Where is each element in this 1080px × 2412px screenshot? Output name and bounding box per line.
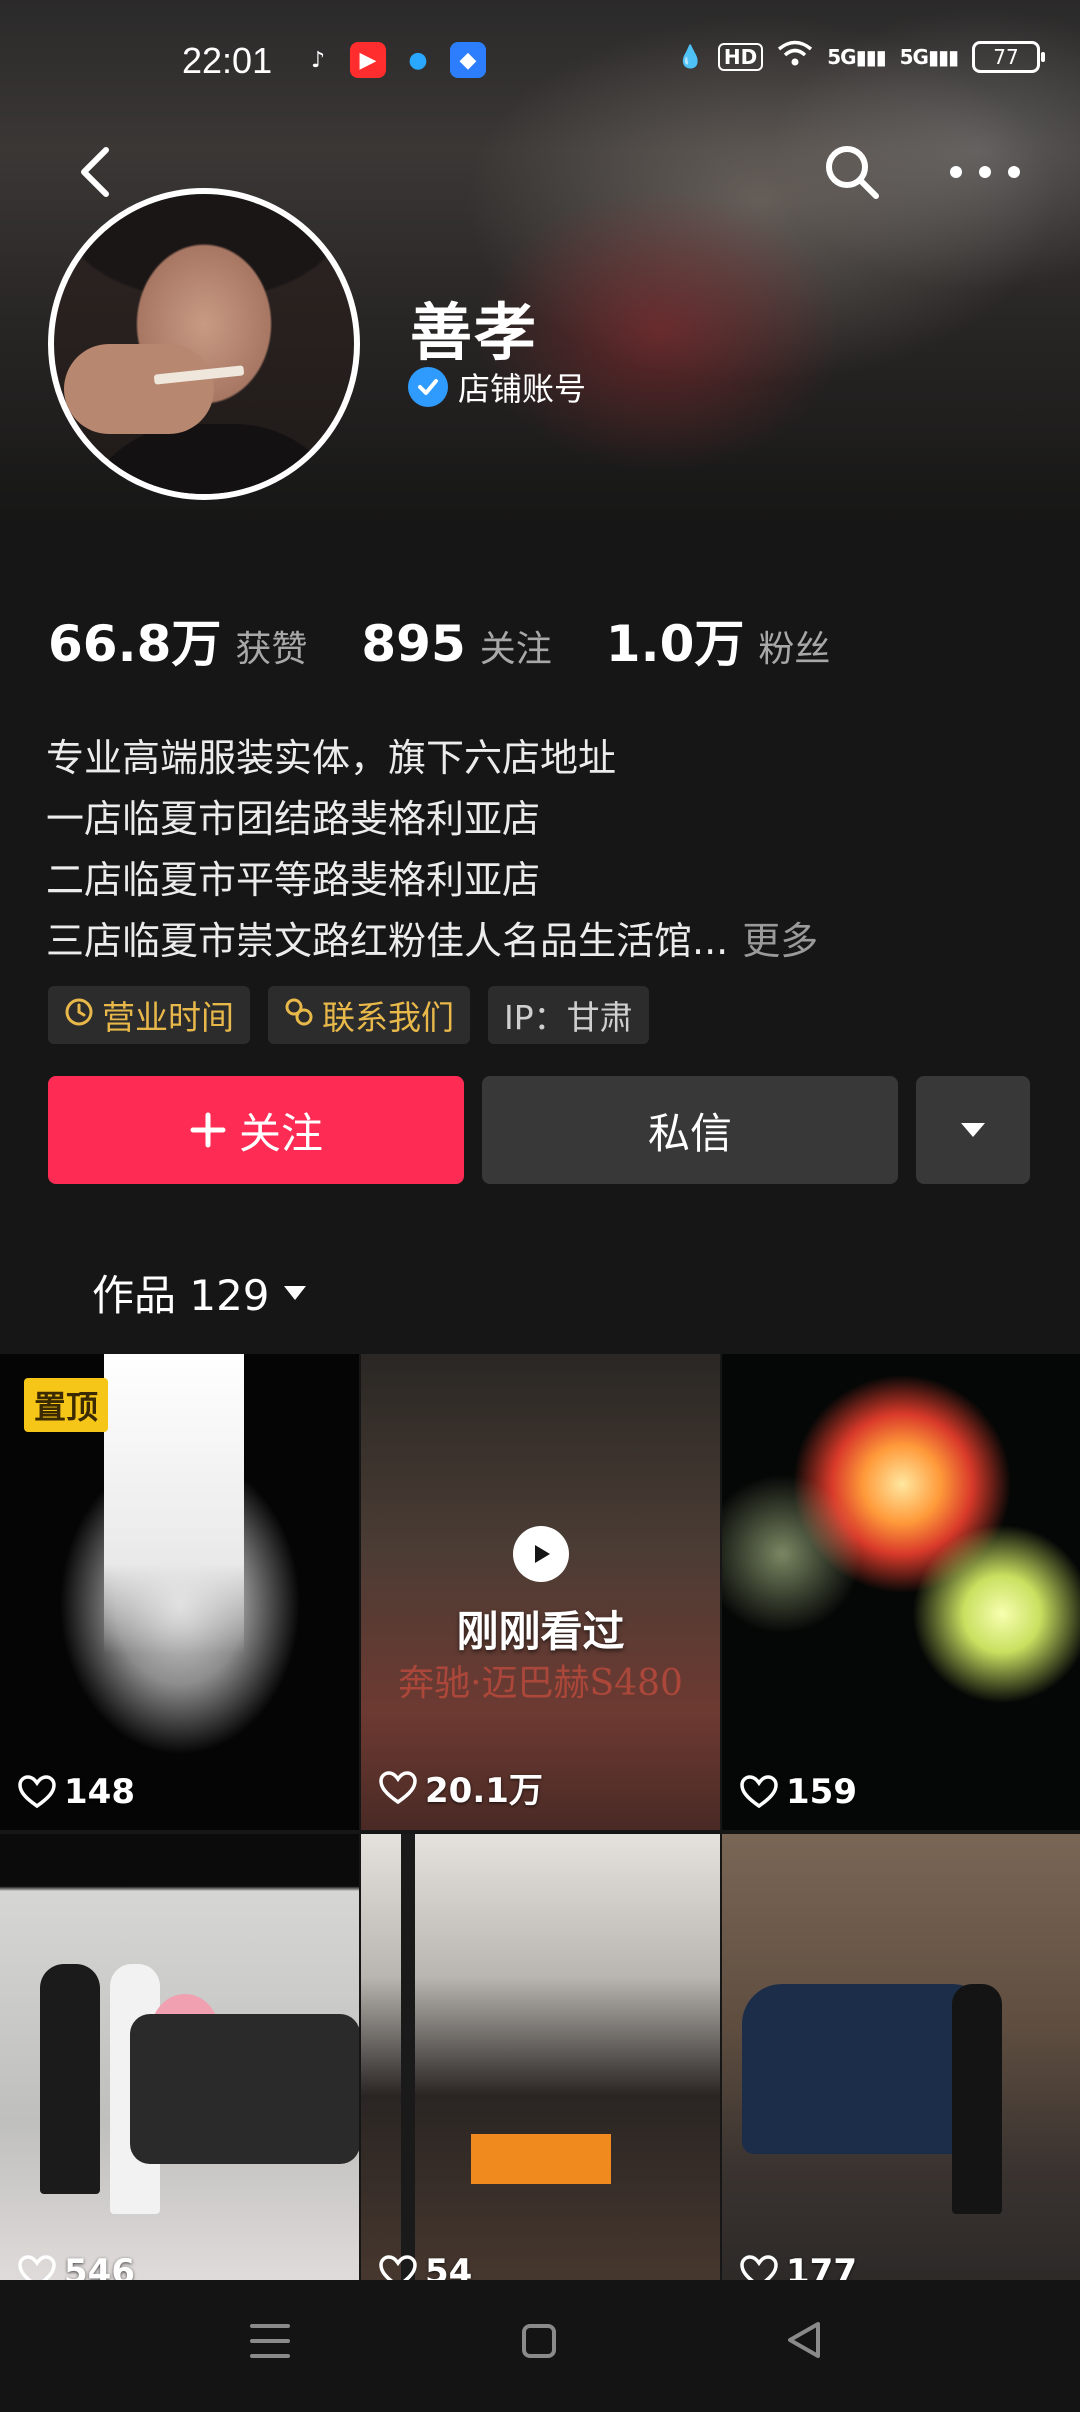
video-app-icon: ▶ bbox=[350, 42, 386, 78]
battery-icon: 77 bbox=[972, 41, 1045, 73]
video-grid: 置顶 148 奔驰·迈巴赫S480 刚刚看过 20.1万 159 546 54 … bbox=[0, 1354, 1080, 2310]
dropdown-button[interactable] bbox=[916, 1076, 1030, 1184]
following-count[interactable]: 895 bbox=[361, 615, 465, 673]
wifi-icon bbox=[777, 40, 813, 74]
video-thumbnail[interactable]: 54 bbox=[361, 1834, 720, 2310]
notification-icons: ♪ ▶ ● ◆ bbox=[300, 42, 486, 78]
shield-app-icon: ◆ bbox=[450, 42, 486, 78]
recently-watched-label: 刚刚看过 bbox=[456, 1606, 625, 1656]
chevron-down-icon bbox=[283, 1285, 306, 1300]
video-likes: 20.1万 bbox=[379, 1763, 543, 1812]
status-indicators: 💧 HD 5G▮▮▮ 5G▮▮▮ 77 bbox=[676, 40, 1045, 74]
ip-location-chip: IP：甘肃 bbox=[488, 986, 649, 1044]
back-triangle-icon[interactable] bbox=[784, 2320, 824, 2364]
business-hours-chip[interactable]: 营业时间 bbox=[48, 986, 250, 1044]
message-button[interactable]: 私信 bbox=[482, 1076, 898, 1184]
tab-works[interactable]: 作品 129 bbox=[92, 1262, 308, 1323]
play-icon bbox=[512, 1525, 569, 1582]
likes-label: 获赞 bbox=[235, 629, 308, 670]
profile-name: 善孝 bbox=[410, 296, 539, 369]
heart-icon bbox=[18, 1775, 56, 1809]
status-bar: 22:01 ♪ ▶ ● ◆ 💧 HD 5G▮▮▮ 5G▮▮▮ 77 bbox=[0, 30, 1080, 94]
video-thumbnail[interactable]: 177 bbox=[722, 1834, 1080, 2310]
follow-button[interactable]: 关注 bbox=[48, 1076, 464, 1184]
hd-icon: HD bbox=[717, 43, 764, 71]
pinned-badge: 置顶 bbox=[24, 1378, 109, 1432]
signal-icon-2: 5G▮▮▮ bbox=[899, 45, 959, 69]
profile-stats: 66.8万 获赞 895 关注 1.0万 粉丝 bbox=[48, 604, 884, 676]
heart-icon bbox=[379, 1770, 417, 1804]
contact-us-chip[interactable]: 联系我们 bbox=[268, 986, 470, 1044]
following-label: 关注 bbox=[479, 629, 552, 670]
video-likes: 148 bbox=[18, 1772, 135, 1812]
bio-line: 三店临夏市崇文路红粉佳人名品生活馆... 更多 bbox=[46, 919, 819, 963]
account-type-label: 店铺账号 bbox=[458, 370, 587, 408]
drop-icon: 💧 bbox=[676, 44, 704, 70]
signal-icon-1: 5G▮▮▮ bbox=[827, 45, 886, 69]
bio-more-link[interactable]: 更多 bbox=[742, 919, 818, 963]
profile-bio: 专业高端服装实体，旗下六店地址 一店临夏市团结路斐格利亚店 二店临夏市平等路斐格… bbox=[46, 728, 818, 972]
qq-icon: ● bbox=[408, 47, 428, 73]
bio-line: 二店临夏市平等路斐格利亚店 bbox=[46, 858, 541, 902]
video-thumbnail[interactable]: 546 bbox=[0, 1834, 359, 2310]
home-icon[interactable] bbox=[522, 2324, 556, 2358]
video-thumbnail[interactable]: 奔驰·迈巴赫S480 刚刚看过 20.1万 bbox=[361, 1354, 720, 1830]
bio-line: 专业高端服装实体，旗下六店地址 bbox=[46, 736, 617, 780]
heart-icon bbox=[740, 1775, 778, 1809]
recently-watched-overlay: 刚刚看过 bbox=[361, 1354, 720, 1830]
profile-chips: 营业时间 联系我们 IP：甘肃 bbox=[48, 986, 649, 1044]
triangle-down-icon bbox=[961, 1123, 985, 1137]
more-options-icon[interactable] bbox=[950, 150, 1020, 194]
bio-line: 一店临夏市团结路斐格利亚店 bbox=[46, 797, 541, 841]
video-likes: 159 bbox=[740, 1772, 857, 1812]
followers-label: 粉丝 bbox=[758, 629, 831, 670]
clock-icon bbox=[64, 996, 94, 1035]
likes-count[interactable]: 66.8万 bbox=[48, 604, 221, 676]
system-navigation-bar bbox=[0, 2280, 1080, 2412]
avatar[interactable] bbox=[48, 188, 360, 500]
video-thumbnail[interactable]: 159 bbox=[722, 1354, 1080, 1830]
plus-icon bbox=[190, 1112, 226, 1148]
menu-icon[interactable] bbox=[250, 2324, 290, 2358]
back-icon[interactable] bbox=[72, 140, 120, 204]
link-icon bbox=[284, 996, 314, 1035]
followers-count[interactable]: 1.0万 bbox=[606, 604, 745, 676]
verified-icon bbox=[408, 367, 448, 407]
shop-account-tag: 店铺账号 bbox=[408, 364, 586, 410]
tiktok-icon: ♪ bbox=[310, 47, 326, 73]
video-thumbnail[interactable]: 置顶 148 bbox=[0, 1354, 359, 1830]
search-icon[interactable] bbox=[820, 140, 884, 204]
profile-actions: 关注 私信 bbox=[48, 1076, 1030, 1184]
status-time: 22:01 bbox=[182, 40, 273, 81]
